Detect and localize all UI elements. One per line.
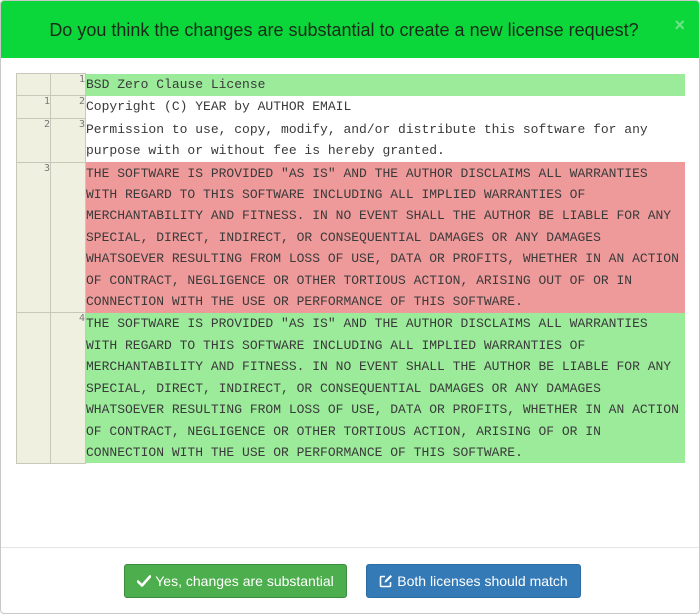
yes-substantial-label: Yes, changes are substantial	[155, 572, 334, 589]
diff-row: 2 3 Permission to use, copy, modify, and…	[16, 117, 685, 163]
diff-line-text: Permission to use, copy, modify, and/or …	[85, 118, 685, 163]
left-line-number	[16, 72, 51, 97]
yes-substantial-button[interactable]: Yes, changes are substantial	[124, 563, 347, 598]
diff-line-text: Copyright (C) YEAR by AUTHOR EMAIL	[85, 95, 685, 119]
right-line-number: 1	[50, 72, 86, 97]
right-line-number: 4	[50, 312, 86, 464]
edit-icon	[379, 574, 393, 588]
dialog-body: 1 BSD Zero Clause License 1 2 Copyright …	[1, 58, 699, 549]
dialog-title: Do you think the changes are substantial…	[49, 20, 639, 40]
right-line-number: 2	[50, 95, 86, 119]
close-icon[interactable]: ×	[674, 16, 685, 34]
left-line-number: 2	[16, 117, 51, 163]
right-line-number	[50, 161, 86, 314]
licenses-should-match-button[interactable]: Both licenses should match	[366, 563, 581, 598]
diff-row: 1 2 Copyright (C) YEAR by AUTHOR EMAIL	[16, 95, 685, 119]
diff-row: 3 THE SOFTWARE IS PROVIDED "AS IS" AND T…	[16, 161, 685, 314]
left-line-number: 3	[16, 161, 51, 314]
license-change-dialog: Do you think the changes are substantial…	[0, 0, 700, 614]
licenses-should-match-label: Both licenses should match	[397, 572, 568, 589]
diff-line-text: THE SOFTWARE IS PROVIDED "AS IS" AND THE…	[85, 312, 685, 464]
dialog-header: Do you think the changes are substantial…	[1, 1, 699, 58]
diff-line-text: THE SOFTWARE IS PROVIDED "AS IS" AND THE…	[85, 162, 685, 313]
right-line-number: 3	[50, 117, 86, 163]
left-line-number	[16, 312, 51, 464]
diff-line-text: BSD Zero Clause License	[85, 73, 685, 96]
dialog-footer: Yes, changes are substantial Both licens…	[1, 547, 699, 613]
check-icon	[137, 574, 152, 587]
diff-row: 4 THE SOFTWARE IS PROVIDED "AS IS" AND T…	[16, 312, 685, 464]
diff-row: 1 BSD Zero Clause License	[16, 72, 685, 97]
left-line-number: 1	[16, 95, 51, 119]
license-diff-table: 1 BSD Zero Clause License 1 2 Copyright …	[16, 72, 685, 464]
diff-rows: 1 BSD Zero Clause License 1 2 Copyright …	[16, 72, 685, 464]
